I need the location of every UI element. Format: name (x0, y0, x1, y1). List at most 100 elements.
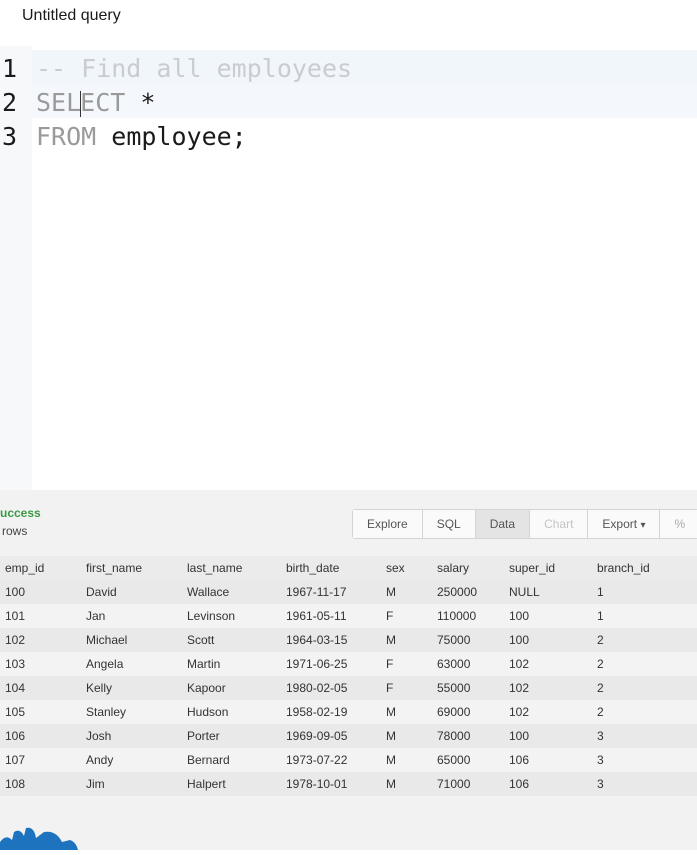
cell-birth-date[interactable]: 1971-06-25 (286, 652, 347, 676)
cell-sex[interactable]: F (386, 604, 393, 628)
cell-birth-date[interactable]: 1980-02-05 (286, 676, 347, 700)
column-header-sex[interactable]: sex (386, 556, 405, 580)
cell-super-id[interactable]: 102 (509, 676, 529, 700)
data-button[interactable]: Data (475, 510, 531, 538)
cell-last-name[interactable]: Hudson (187, 700, 228, 724)
cell-first-name[interactable]: Stanley (86, 700, 126, 724)
table-row[interactable]: 104 Kelly Kapoor 1980-02-05 F 55000 102 2 (0, 676, 697, 700)
table-row[interactable]: 101 Jan Levinson 1961-05-11 F 110000 100 1 (0, 604, 697, 628)
cell-super-id[interactable]: 100 (509, 628, 529, 652)
cell-branch-id[interactable]: 3 (597, 772, 604, 796)
cell-first-name[interactable]: Andy (86, 748, 113, 772)
cell-branch-id[interactable]: 2 (597, 676, 604, 700)
cell-branch-id[interactable]: 2 (597, 628, 604, 652)
cell-last-name[interactable]: Martin (187, 652, 220, 676)
cell-salary[interactable]: 250000 (437, 580, 477, 604)
sql-select-statement[interactable]: SELECT * (36, 86, 155, 120)
cell-emp-id[interactable]: 103 (5, 652, 25, 676)
cell-birth-date[interactable]: 1969-09-05 (286, 724, 347, 748)
explore-button[interactable]: Explore (353, 510, 423, 538)
cell-emp-id[interactable]: 104 (5, 676, 25, 700)
sql-comment[interactable]: -- Find all employees (36, 52, 352, 86)
column-header-birth-date[interactable]: birth_date (286, 556, 339, 580)
cell-salary[interactable]: 55000 (437, 676, 470, 700)
cell-super-id[interactable]: NULL (509, 580, 540, 604)
cell-emp-id[interactable]: 101 (5, 604, 25, 628)
cell-sex[interactable]: M (386, 700, 396, 724)
cell-last-name[interactable]: Halpert (187, 772, 226, 796)
cell-last-name[interactable]: Bernard (187, 748, 230, 772)
cell-emp-id[interactable]: 100 (5, 580, 25, 604)
table-row[interactable]: 103 Angela Martin 1971-06-25 F 63000 102 2 (0, 652, 697, 676)
cell-sex[interactable]: M (386, 628, 396, 652)
column-header-last-name[interactable]: last_name (187, 556, 242, 580)
cell-salary[interactable]: 78000 (437, 724, 470, 748)
cell-salary[interactable]: 65000 (437, 748, 470, 772)
cell-branch-id[interactable]: 3 (597, 748, 604, 772)
cell-birth-date[interactable]: 1967-11-17 (286, 580, 347, 604)
cell-first-name[interactable]: David (86, 580, 117, 604)
table-row[interactable]: 100 David Wallace 1967-11-17 M 250000 NULL 1 (0, 580, 697, 604)
cell-super-id[interactable]: 106 (509, 748, 529, 772)
cell-last-name[interactable]: Wallace (187, 580, 229, 604)
cell-birth-date[interactable]: 1964-03-15 (286, 628, 347, 652)
table-row[interactable]: 105 Stanley Hudson 1958-02-19 M 69000 102 2 (0, 700, 697, 724)
cell-first-name[interactable]: Kelly (86, 676, 112, 700)
cell-branch-id[interactable]: 2 (597, 700, 604, 724)
cell-sex[interactable]: F (386, 652, 393, 676)
cell-sex[interactable]: M (386, 580, 396, 604)
cell-last-name[interactable]: Kapoor (187, 676, 226, 700)
export-button[interactable]: Export ▾ (588, 510, 661, 538)
sql-from-clause[interactable]: FROM employee; (36, 120, 247, 154)
cell-salary[interactable]: 63000 (437, 652, 470, 676)
column-header-super-id[interactable]: super_id (509, 556, 555, 580)
cell-emp-id[interactable]: 107 (5, 748, 25, 772)
column-header-branch-id[interactable]: branch_id (597, 556, 650, 580)
cell-branch-id[interactable]: 3 (597, 724, 604, 748)
cell-first-name[interactable]: Jim (86, 772, 105, 796)
cell-sex[interactable]: M (386, 748, 396, 772)
cell-last-name[interactable]: Porter (187, 724, 220, 748)
cell-first-name[interactable]: Jan (86, 604, 105, 628)
cell-first-name[interactable]: Michael (86, 628, 127, 652)
cell-birth-date[interactable]: 1958-02-19 (286, 700, 347, 724)
cell-salary[interactable]: 75000 (437, 628, 470, 652)
table-row[interactable]: 107 Andy Bernard 1973-07-22 M 65000 106 3 (0, 748, 697, 772)
cell-emp-id[interactable]: 106 (5, 724, 25, 748)
more-button[interactable]: % (660, 510, 697, 538)
cell-birth-date[interactable]: 1961-05-11 (286, 604, 347, 628)
cell-last-name[interactable]: Scott (187, 628, 214, 652)
cell-super-id[interactable]: 100 (509, 724, 529, 748)
column-header-salary[interactable]: salary (437, 556, 469, 580)
cell-branch-id[interactable]: 1 (597, 604, 604, 628)
chart-button[interactable]: Chart (530, 510, 589, 538)
cell-salary[interactable]: 110000 (437, 604, 476, 628)
cell-super-id[interactable]: 102 (509, 652, 529, 676)
table-row[interactable]: 108 Jim Halpert 1978-10-01 M 71000 106 3 (0, 772, 697, 796)
cell-emp-id[interactable]: 105 (5, 700, 25, 724)
cell-emp-id[interactable]: 108 (5, 772, 25, 796)
cell-sex[interactable]: F (386, 676, 393, 700)
cell-sex[interactable]: M (386, 724, 396, 748)
cell-super-id[interactable]: 100 (509, 604, 529, 628)
cell-super-id[interactable]: 102 (509, 700, 529, 724)
cell-emp-id[interactable]: 102 (5, 628, 25, 652)
cell-birth-date[interactable]: 1973-07-22 (286, 748, 347, 772)
table-row[interactable]: 106 Josh Porter 1969-09-05 M 78000 100 3 (0, 724, 697, 748)
table-row[interactable]: 102 Michael Scott 1964-03-15 M 75000 100 2 (0, 628, 697, 652)
cell-first-name[interactable]: Angela (86, 652, 123, 676)
cell-first-name[interactable]: Josh (86, 724, 111, 748)
cell-branch-id[interactable]: 1 (597, 580, 604, 604)
cell-branch-id[interactable]: 2 (597, 652, 604, 676)
sql-button[interactable]: SQL (422, 510, 476, 538)
cell-sex[interactable]: M (386, 772, 396, 796)
sql-editor[interactable]: 1 -- Find all employees 2 SELECT * 3 FRO… (0, 46, 697, 490)
cell-super-id[interactable]: 106 (509, 772, 529, 796)
column-header-first-name[interactable]: first_name (86, 556, 142, 580)
cell-birth-date[interactable]: 1978-10-01 (286, 772, 347, 796)
cell-salary[interactable]: 71000 (437, 772, 470, 796)
query-title[interactable]: Untitled query (22, 7, 121, 25)
cell-last-name[interactable]: Levinson (187, 604, 235, 628)
cell-salary[interactable]: 69000 (437, 700, 470, 724)
column-header-emp-id[interactable]: emp_id (5, 556, 44, 580)
